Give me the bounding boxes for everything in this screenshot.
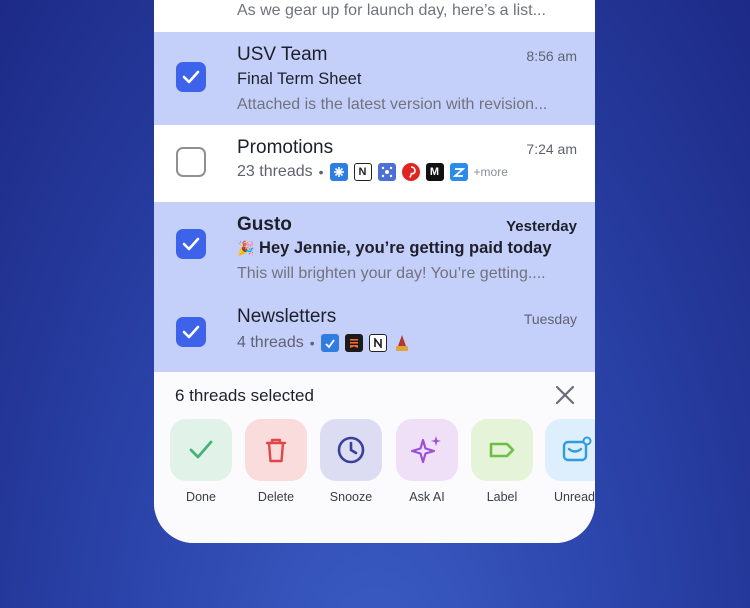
- thread-row-newsletters[interactable]: Newsletters Tuesday 4 threads •: [154, 294, 595, 372]
- label-tile[interactable]: [471, 419, 533, 481]
- thread-subject: Final Term Sheet: [237, 70, 362, 88]
- thread-time: 7:24 am: [526, 141, 577, 157]
- close-icon[interactable]: [554, 384, 576, 406]
- check-icon: [182, 325, 200, 339]
- selection-count-title: 6 threads selected: [175, 386, 314, 405]
- unread-label: Unread: [554, 490, 595, 504]
- thread-sender: USV Team: [237, 44, 328, 65]
- thread-sender: Gusto: [237, 214, 292, 235]
- check-icon: [182, 70, 200, 84]
- done-button[interactable]: Done: [170, 419, 232, 504]
- thread-time: 8:56 am: [526, 48, 577, 64]
- done-tile[interactable]: [170, 419, 232, 481]
- sender-logo-icon: [329, 163, 348, 181]
- mail-unread-icon: [562, 436, 592, 462]
- more-senders-label: +more: [473, 165, 508, 179]
- thread-preview: Attached is the latest version with revi…: [237, 96, 548, 113]
- unread-tile[interactable]: [545, 419, 595, 481]
- thread-sender: Promotions: [237, 137, 334, 158]
- separator-dot: •: [318, 164, 324, 180]
- done-label: Done: [186, 490, 216, 504]
- newsletter-logo-icon: [320, 334, 339, 352]
- thread-subject: Hey Jennie, you’re getting paid today: [259, 239, 552, 257]
- thread-subject-line: 🎉 Hey Jennie, you’re getting paid today: [237, 239, 552, 258]
- unread-button[interactable]: Unread: [545, 419, 595, 504]
- thread-count: 4 threads: [237, 334, 304, 351]
- thread-checkbox[interactable]: [176, 147, 206, 177]
- thread-time: Yesterday: [506, 218, 577, 235]
- sender-logo-icon: [377, 163, 396, 181]
- thread-row-promotions[interactable]: Promotions 7:24 am 23 threads • N M +mor…: [154, 125, 595, 202]
- ask-ai-label: Ask AI: [409, 490, 445, 504]
- thread-sender: Newsletters: [237, 306, 337, 327]
- snooze-tile[interactable]: [320, 419, 382, 481]
- selection-action-bar: 6 threads selected Done Delete Snooze As: [154, 372, 595, 543]
- snooze-label: Snooze: [329, 490, 373, 504]
- separator-dot: •: [309, 335, 315, 351]
- ask-ai-tile[interactable]: [396, 419, 458, 481]
- notion-logo-icon: N: [353, 163, 372, 181]
- promo-summary: 23 threads • N M +more: [237, 163, 508, 181]
- sparkle-icon: [410, 436, 441, 464]
- notion-logo-icon: [368, 334, 387, 352]
- thread-row-gusto[interactable]: Gusto Yesterday 🎉 Hey Jennie, you’re get…: [154, 202, 595, 294]
- thread-time: Tuesday: [523, 311, 577, 327]
- thread-count: 23 threads: [237, 163, 313, 180]
- thread-row-partial[interactable]: As we gear up for launch day, here’s a l…: [154, 0, 595, 32]
- thread-row-usv[interactable]: USV Team 8:56 am Final Term Sheet Attach…: [154, 32, 595, 125]
- label-label: Label: [486, 490, 518, 504]
- check-icon: [182, 237, 200, 251]
- delete-button[interactable]: Delete: [245, 419, 307, 504]
- check-icon: [189, 440, 213, 459]
- thread-checkbox[interactable]: [176, 62, 206, 92]
- wizard-logo-icon: [393, 334, 411, 352]
- mail-panel: As we gear up for launch day, here’s a l…: [154, 0, 595, 543]
- delete-label: Delete: [257, 490, 295, 504]
- newsletter-summary: 4 threads •: [237, 334, 411, 352]
- medium-logo-icon: M: [425, 163, 444, 181]
- thread-checkbox[interactable]: [176, 229, 206, 259]
- delete-tile[interactable]: [245, 419, 307, 481]
- ask-ai-button[interactable]: Ask AI: [396, 419, 458, 504]
- party-emoji-icon: 🎉: [237, 240, 255, 256]
- clock-icon: [337, 436, 365, 464]
- sender-logo-icon: [449, 163, 468, 181]
- pinterest-logo-icon: [401, 163, 420, 181]
- snooze-button[interactable]: Snooze: [320, 419, 382, 504]
- tag-icon: [489, 442, 515, 458]
- thread-preview: As we gear up for launch day, here’s a l…: [237, 2, 546, 19]
- thread-checkbox[interactable]: [176, 317, 206, 347]
- substack-logo-icon: [344, 334, 363, 352]
- trash-icon: [265, 438, 287, 463]
- label-button[interactable]: Label: [471, 419, 533, 504]
- thread-preview: This will brighten your day! You’re gett…: [237, 265, 546, 282]
